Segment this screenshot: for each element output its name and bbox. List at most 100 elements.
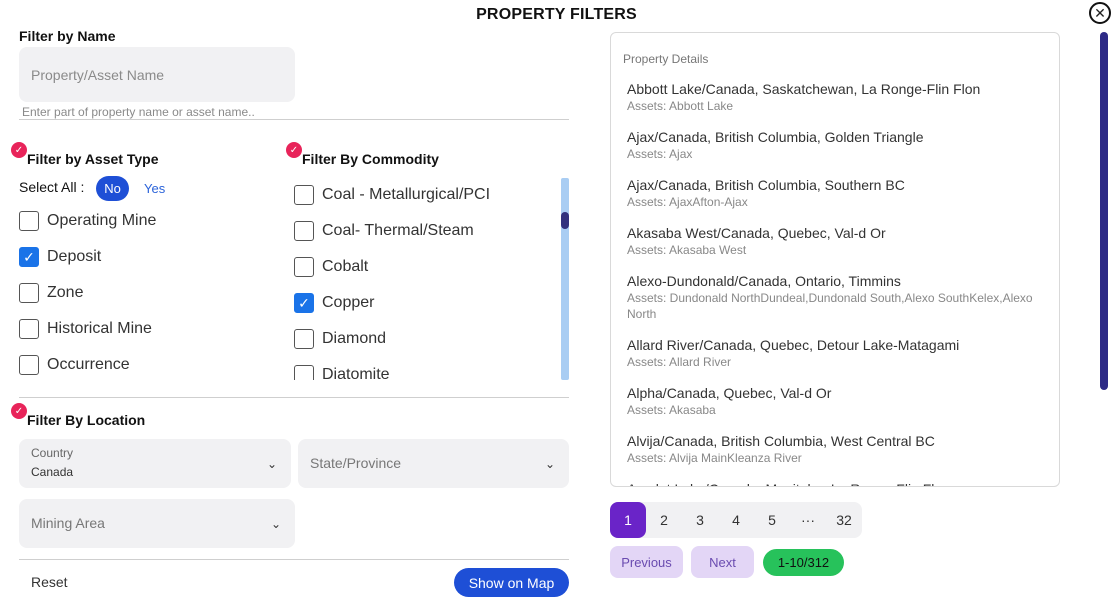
- page-number-button[interactable]: 4: [718, 502, 754, 538]
- commodity-option[interactable]: Diatomite: [294, 365, 390, 380]
- property-results-list: Abbott Lake/Canada, Saskatchewan, La Ron…: [627, 80, 1047, 486]
- property-name: Akasaba West/Canada, Quebec, Val-d Or: [627, 225, 886, 241]
- property-name: Abbott Lake/Canada, Saskatchewan, La Ron…: [627, 81, 981, 97]
- country-select[interactable]: Country Canada ⌄: [19, 439, 291, 488]
- checkbox-checked-icon[interactable]: ✓: [294, 293, 314, 313]
- commodity-label: Diatomite: [322, 366, 390, 380]
- property-result-item[interactable]: Alexo-Dundonald/Canada, Ontario, Timmins…: [627, 272, 1047, 322]
- property-assets: Assets: Alvija MainKleanza River: [627, 451, 802, 465]
- select-all-no-button[interactable]: No: [96, 176, 129, 201]
- chevron-down-icon: ⌄: [270, 516, 281, 531]
- commodity-option[interactable]: Coal - Metallurgical/PCI: [294, 185, 490, 205]
- property-result-item[interactable]: Akasaba West/Canada, Quebec, Val-d Or Ass…: [627, 224, 1047, 258]
- state-province-select[interactable]: State/Province ⌄: [298, 439, 569, 488]
- chevron-down-icon: ⌄: [544, 456, 555, 471]
- asset-type-option[interactable]: ✓ Deposit: [19, 247, 101, 267]
- commodity-scroll-track[interactable]: [561, 178, 569, 380]
- divider: [19, 559, 569, 560]
- select-all-label: Select All :: [19, 179, 85, 195]
- asset-type-option[interactable]: Operating Mine: [19, 211, 156, 231]
- page-title: PROPERTY FILTERS: [476, 6, 637, 23]
- reset-button[interactable]: Reset: [31, 574, 68, 590]
- commodity-scroll-thumb[interactable]: [561, 212, 569, 229]
- page-number-button[interactable]: 5: [754, 502, 790, 538]
- mining-area-placeholder: Mining Area: [31, 515, 105, 531]
- country-field-label: Country: [31, 446, 74, 460]
- page-number-button[interactable]: 32: [826, 502, 862, 538]
- asset-type-option[interactable]: Zone: [19, 283, 83, 303]
- property-result-item[interactable]: Allard River/Canada, Quebec, Detour Lake…: [627, 336, 1047, 370]
- property-name: Alexo-Dundonald/Canada, Ontario, Timmins: [627, 273, 901, 289]
- checkbox-icon[interactable]: [294, 365, 314, 380]
- property-details-header: Property Details: [623, 52, 709, 66]
- checkbox-icon[interactable]: [294, 257, 314, 277]
- results-scroll-thumb[interactable]: [1100, 32, 1108, 390]
- checkbox-icon[interactable]: [19, 355, 39, 375]
- property-result-item[interactable]: Alpha/Canada, Quebec, Val-d Or Assets: Ak…: [627, 384, 1047, 418]
- asset-type-option[interactable]: Historical Mine: [19, 319, 152, 339]
- checkbox-icon[interactable]: [294, 185, 314, 205]
- asset-type-label: Zone: [47, 284, 84, 301]
- select-all-yes-button[interactable]: Yes: [144, 181, 165, 196]
- mining-area-select[interactable]: Mining Area ⌄: [19, 499, 295, 548]
- check-badge-icon: ✓: [286, 142, 302, 158]
- page-number-button[interactable]: 3: [682, 502, 718, 538]
- asset-type-option[interactable]: Occurrence: [19, 355, 130, 375]
- commodity-option[interactable]: ✓ Copper: [294, 293, 374, 313]
- commodity-option[interactable]: Coal- Thermal/Steam: [294, 221, 474, 241]
- property-result-item[interactable]: Abbott Lake/Canada, Saskatchewan, La Ron…: [627, 80, 1047, 114]
- commodity-label: Cobalt: [322, 258, 369, 275]
- page-number-button[interactable]: 2: [646, 502, 682, 538]
- checkbox-icon[interactable]: [294, 329, 314, 349]
- property-name: Ajax/Canada, British Columbia, Golden Tr…: [627, 129, 924, 145]
- pagination-ellipsis: ···: [801, 512, 815, 528]
- state-province-placeholder: State/Province: [310, 455, 402, 471]
- check-badge-icon: ✓: [11, 403, 27, 419]
- property-details-panel: Property Details Abbott Lake/Canada, Sas…: [610, 32, 1060, 487]
- page-number-button[interactable]: 1: [610, 502, 646, 538]
- checkbox-icon[interactable]: [19, 211, 39, 231]
- property-name-input[interactable]: [19, 47, 295, 102]
- commodity-label: Copper: [322, 294, 375, 311]
- asset-type-label: Historical Mine: [47, 320, 152, 337]
- chevron-down-icon: ⌄: [266, 456, 277, 471]
- commodity-option[interactable]: Diamond: [294, 329, 386, 349]
- property-assets: Assets: Allard River: [627, 355, 732, 369]
- filter-by-commodity-label: Filter By Commodity: [302, 151, 439, 167]
- show-on-map-button[interactable]: Show on Map: [454, 568, 569, 597]
- property-name: Allard River/Canada, Quebec, Detour Lake…: [627, 337, 960, 353]
- commodity-label: Diamond: [322, 330, 387, 347]
- previous-page-button[interactable]: Previous: [610, 546, 683, 578]
- check-badge-icon: ✓: [11, 142, 27, 158]
- property-name: Alvija/Canada, British Columbia, West Ce…: [627, 433, 935, 449]
- next-page-button[interactable]: Next: [691, 546, 754, 578]
- property-name: Alpha/Canada, Quebec, Val-d Or: [627, 385, 832, 401]
- property-result-item[interactable]: Amulet Lake/Canada, Manitoba, La Ronge-F…: [627, 480, 1047, 486]
- property-assets: Assets: Akasaba West: [627, 243, 747, 257]
- property-assets: Assets: Akasaba: [627, 403, 716, 417]
- close-icon[interactable]: ✕: [1089, 2, 1111, 24]
- divider: [19, 397, 569, 398]
- commodity-list: Coal - Metallurgical/PCI Coal- Thermal/St…: [290, 178, 560, 380]
- commodity-label: Coal - Metallurgical/PCI: [322, 186, 491, 203]
- filter-by-asset-type-label: Filter by Asset Type: [27, 151, 159, 167]
- commodity-label: Coal- Thermal/Steam: [322, 222, 474, 239]
- property-result-item[interactable]: Ajax/Canada, British Columbia, Southern …: [627, 176, 1047, 210]
- property-assets: Assets: Dundonald NorthDundeal,Dundonald…: [627, 291, 1033, 321]
- property-result-item[interactable]: Alvija/Canada, British Columbia, West Ce…: [627, 432, 1047, 466]
- property-assets: Assets: Abbott Lake: [627, 99, 734, 113]
- property-result-item[interactable]: Ajax/Canada, British Columbia, Golden Tr…: [627, 128, 1047, 162]
- result-range-badge: 1-10/312: [763, 549, 844, 576]
- property-name: Amulet Lake/Canada, Manitoba, La Ronge-F…: [627, 480, 1047, 486]
- asset-type-label: Operating Mine: [47, 212, 157, 229]
- property-assets: Assets: Ajax: [627, 147, 693, 161]
- asset-type-label: Deposit: [47, 248, 102, 265]
- checkbox-checked-icon[interactable]: ✓: [19, 247, 39, 267]
- property-name: Ajax/Canada, British Columbia, Southern …: [627, 177, 905, 193]
- divider: [19, 119, 569, 120]
- asset-type-label: Occurrence: [47, 356, 130, 373]
- commodity-option[interactable]: Cobalt: [294, 257, 368, 277]
- checkbox-icon[interactable]: [294, 221, 314, 241]
- checkbox-icon[interactable]: [19, 319, 39, 339]
- checkbox-icon[interactable]: [19, 283, 39, 303]
